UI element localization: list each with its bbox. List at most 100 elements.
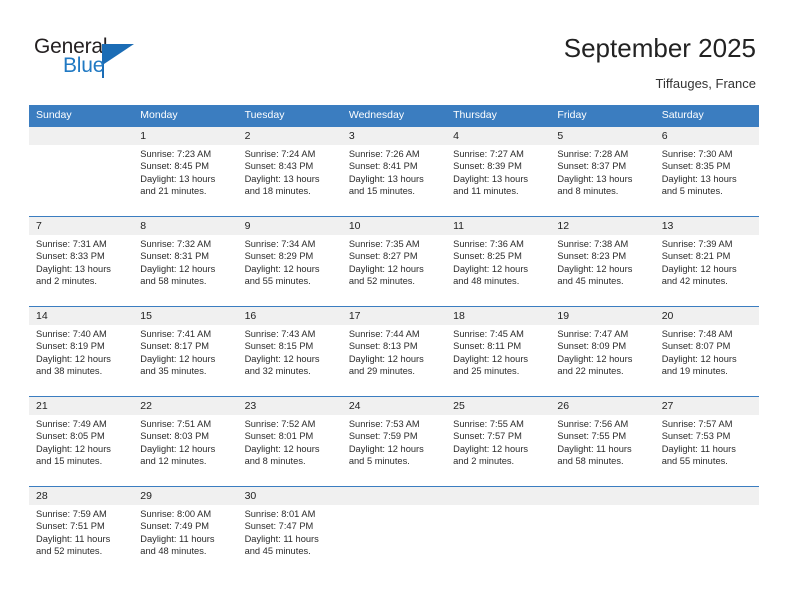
sunset-text: Sunset: 8:25 PM xyxy=(453,251,522,262)
weekday-header-wednesday: Wednesday xyxy=(341,105,447,127)
daylight-text-line1: Daylight: 12 hours xyxy=(244,443,320,454)
sunset-text: Sunset: 7:49 PM xyxy=(140,521,210,532)
sunset-text: Sunset: 8:39 PM xyxy=(453,161,522,172)
sunset-text: Sunset: 8:21 PM xyxy=(661,251,731,262)
calendar-day-cell[interactable]: 24 Sunrise: 7:53 AM Sunset: 7:59 PM Dayligh… xyxy=(341,396,447,487)
calendar-day-cell[interactable]: 7 Sunrise: 7:31 AM Sunset: 8:33 PM Daylight… xyxy=(29,216,134,307)
sunrise-text: Sunrise: 7:36 AM xyxy=(453,239,524,249)
day-details: Sunrise: 7:53 AM Sunset: 7:59 PM Daylight:… xyxy=(342,415,446,467)
day-details: Sunrise: 7:35 AM Sunset: 8:27 PM Daylight:… xyxy=(342,235,446,287)
calendar-day-cell[interactable]: 2 Sunrise: 7:24 AM Sunset: 8:43 PM Daylight… xyxy=(237,126,342,217)
calendar-day-cell-empty xyxy=(550,486,655,577)
calendar-day-cell[interactable]: 19 Sunrise: 7:47 AM Sunset: 8:09 PM Dayligh… xyxy=(550,306,655,397)
day-number: 24 xyxy=(341,397,447,415)
day-number: 8 xyxy=(133,217,238,235)
daylight-text-line1: Daylight: 12 hours xyxy=(348,443,424,454)
sunset-text: Sunset: 7:59 PM xyxy=(348,431,418,442)
sunset-text: Sunset: 8:17 PM xyxy=(140,341,210,352)
weekday-header-sunday: Sunday xyxy=(29,105,134,127)
calendar-day-cell[interactable]: 25 Sunrise: 7:55 AM Sunset: 7:57 PM Dayligh… xyxy=(446,396,551,487)
calendar-day-cell[interactable]: 21 Sunrise: 7:49 AM Sunset: 8:05 PM Dayligh… xyxy=(29,396,134,487)
calendar-day-cell[interactable]: 28 Sunrise: 7:59 AM Sunset: 7:51 PM Dayligh… xyxy=(29,486,134,577)
logo-triangle-icon xyxy=(104,44,134,64)
sunrise-text: Sunrise: 7:59 AM xyxy=(36,509,107,519)
calendar-body: 1 Sunrise: 7:23 AM Sunset: 8:45 PM Daylight… xyxy=(29,126,759,577)
calendar-day-cell[interactable]: 23 Sunrise: 7:52 AM Sunset: 8:01 PM Dayligh… xyxy=(237,396,342,487)
daylight-text-line2: and 8 minutes. xyxy=(244,455,306,466)
sunrise-text: Sunrise: 7:41 AM xyxy=(140,329,212,339)
daylight-text-line1: Daylight: 12 hours xyxy=(140,443,216,454)
daylight-text-line1: Daylight: 12 hours xyxy=(453,443,529,454)
sunrise-text: Sunrise: 7:45 AM xyxy=(453,329,524,339)
sunrise-text: Sunrise: 7:27 AM xyxy=(453,149,524,159)
calendar-day-cell[interactable]: 22 Sunrise: 7:51 AM Sunset: 8:03 PM Dayligh… xyxy=(133,396,238,487)
daylight-text-line1: Daylight: 13 hours xyxy=(140,173,216,184)
daylight-text-line2: and 58 minutes. xyxy=(557,455,624,466)
calendar-day-cell[interactable]: 6 Sunrise: 7:30 AM Sunset: 8:35 PM Daylight… xyxy=(654,126,759,217)
calendar-day-cell[interactable]: 5 Sunrise: 7:28 AM Sunset: 8:37 PM Daylight… xyxy=(550,126,655,217)
day-number: 7 xyxy=(29,217,134,235)
daylight-text-line1: Daylight: 13 hours xyxy=(36,263,111,274)
daylight-text-line1: Daylight: 11 hours xyxy=(140,533,215,544)
daylight-text-line2: and 45 minutes. xyxy=(244,545,311,556)
daylight-text-line1: Daylight: 12 hours xyxy=(36,353,111,364)
sunrise-text: Sunrise: 7:32 AM xyxy=(140,239,212,249)
calendar-day-cell[interactable]: 30 Sunrise: 8:01 AM Sunset: 7:47 PM Dayligh… xyxy=(237,486,342,577)
day-number: 1 xyxy=(133,127,238,145)
calendar-day-cell[interactable]: 29 Sunrise: 8:00 AM Sunset: 7:49 PM Dayligh… xyxy=(133,486,238,577)
calendar-day-cell[interactable]: 1 Sunrise: 7:23 AM Sunset: 8:45 PM Daylight… xyxy=(133,126,238,217)
calendar-day-cell[interactable]: 10 Sunrise: 7:35 AM Sunset: 8:27 PM Dayligh… xyxy=(341,216,447,307)
day-number: 2 xyxy=(237,127,342,145)
sunrise-text: Sunrise: 7:35 AM xyxy=(348,239,420,249)
weekday-header-tuesday: Tuesday xyxy=(237,105,342,127)
day-details: Sunrise: 7:40 AM Sunset: 8:19 PM Daylight:… xyxy=(29,325,133,377)
calendar-day-cell[interactable]: 18 Sunrise: 7:45 AM Sunset: 8:11 PM Dayligh… xyxy=(446,306,551,397)
sunset-text: Sunset: 8:13 PM xyxy=(348,341,418,352)
day-number: 9 xyxy=(237,217,342,235)
daylight-text-line1: Daylight: 11 hours xyxy=(36,533,111,544)
daylight-text-line2: and 45 minutes. xyxy=(557,275,624,286)
daylight-text-line1: Daylight: 13 hours xyxy=(661,173,737,184)
daylight-text-line2: and 55 minutes. xyxy=(661,455,728,466)
calendar-header-row: Sunday Monday Tuesday Wednesday Thursday… xyxy=(29,105,759,127)
calendar-day-cell[interactable]: 27 Sunrise: 7:57 AM Sunset: 7:53 PM Dayligh… xyxy=(654,396,759,487)
day-details: Sunrise: 7:45 AM Sunset: 8:11 PM Daylight:… xyxy=(446,325,550,377)
sunrise-text: Sunrise: 7:47 AM xyxy=(557,329,629,339)
daylight-text-line2: and 38 minutes. xyxy=(36,365,103,376)
day-details: Sunrise: 7:24 AM Sunset: 8:43 PM Daylight:… xyxy=(238,145,342,197)
sunset-text: Sunset: 8:09 PM xyxy=(557,341,627,352)
calendar-day-cell[interactable]: 13 Sunrise: 7:39 AM Sunset: 8:21 PM Dayligh… xyxy=(654,216,759,307)
calendar-day-cell[interactable]: 14 Sunrise: 7:40 AM Sunset: 8:19 PM Dayligh… xyxy=(29,306,134,397)
day-details: Sunrise: 7:31 AM Sunset: 8:33 PM Daylight:… xyxy=(29,235,133,287)
calendar-day-cell[interactable]: 3 Sunrise: 7:26 AM Sunset: 8:41 PM Daylight… xyxy=(341,126,447,217)
calendar-week-row: 21 Sunrise: 7:49 AM Sunset: 8:05 PM Dayligh… xyxy=(29,396,759,487)
calendar-day-cell[interactable]: 26 Sunrise: 7:56 AM Sunset: 7:55 PM Dayligh… xyxy=(550,396,655,487)
sunrise-text: Sunrise: 7:55 AM xyxy=(453,419,524,429)
daylight-text-line1: Daylight: 12 hours xyxy=(453,353,529,364)
calendar-day-cell-empty xyxy=(446,486,551,577)
calendar-day-cell[interactable]: 9 Sunrise: 7:34 AM Sunset: 8:29 PM Daylight… xyxy=(237,216,342,307)
daylight-text-line1: Daylight: 12 hours xyxy=(661,353,737,364)
calendar-day-cell[interactable]: 20 Sunrise: 7:48 AM Sunset: 8:07 PM Dayligh… xyxy=(654,306,759,397)
daylight-text-line2: and 12 minutes. xyxy=(140,455,207,466)
day-number: 13 xyxy=(654,217,759,235)
day-details: Sunrise: 7:47 AM Sunset: 8:09 PM Daylight:… xyxy=(550,325,654,377)
sunrise-text: Sunrise: 7:52 AM xyxy=(244,419,316,429)
calendar-day-cell[interactable]: 15 Sunrise: 7:41 AM Sunset: 8:17 PM Dayligh… xyxy=(133,306,238,397)
daylight-text-line2: and 48 minutes. xyxy=(140,545,207,556)
calendar-day-cell[interactable]: 8 Sunrise: 7:32 AM Sunset: 8:31 PM Daylight… xyxy=(133,216,238,307)
sunset-text: Sunset: 8:41 PM xyxy=(348,161,418,172)
day-number: 26 xyxy=(550,397,655,415)
sunrise-text: Sunrise: 7:26 AM xyxy=(348,149,420,159)
calendar-day-cell[interactable]: 4 Sunrise: 7:27 AM Sunset: 8:39 PM Daylight… xyxy=(446,126,551,217)
calendar-day-cell[interactable]: 16 Sunrise: 7:43 AM Sunset: 8:15 PM Dayligh… xyxy=(237,306,342,397)
calendar-day-cell[interactable]: 17 Sunrise: 7:44 AM Sunset: 8:13 PM Dayligh… xyxy=(341,306,447,397)
calendar-day-cell[interactable]: 12 Sunrise: 7:38 AM Sunset: 8:23 PM Dayligh… xyxy=(550,216,655,307)
day-number: 4 xyxy=(446,127,551,145)
sunset-text: Sunset: 7:55 PM xyxy=(557,431,627,442)
day-details: Sunrise: 7:48 AM Sunset: 8:07 PM Daylight:… xyxy=(655,325,759,377)
sunset-text: Sunset: 7:57 PM xyxy=(453,431,522,442)
day-details: Sunrise: 7:56 AM Sunset: 7:55 PM Daylight:… xyxy=(550,415,654,467)
calendar-day-cell[interactable]: 11 Sunrise: 7:36 AM Sunset: 8:25 PM Dayligh… xyxy=(446,216,551,307)
general-blue-logo[interactable]: General Blue xyxy=(34,36,164,84)
